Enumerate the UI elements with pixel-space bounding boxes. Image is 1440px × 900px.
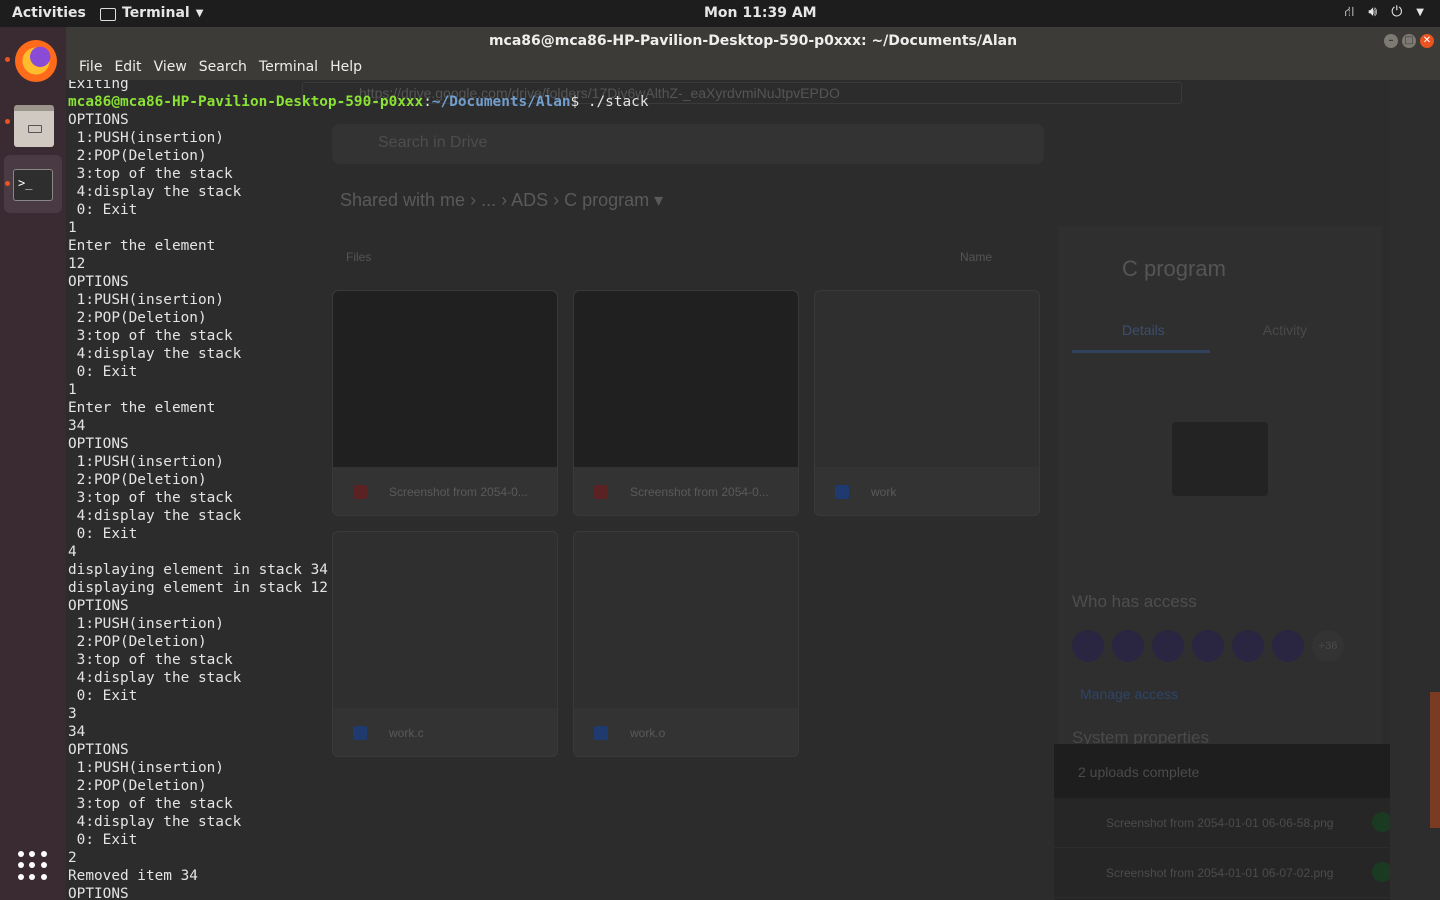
- terminal-line: 12: [68, 256, 86, 272]
- running-indicator: [5, 57, 10, 62]
- terminal-line: 3:top of the stack: [68, 166, 233, 182]
- terminal-line: OPTIONS: [68, 112, 129, 128]
- terminal-line: 2:POP(Deletion): [68, 472, 207, 488]
- terminal-line: 3:top of the stack: [68, 652, 233, 668]
- terminal-line: Enter the element: [68, 400, 216, 416]
- terminal-line: 1:PUSH(insertion): [68, 454, 224, 470]
- terminal-line: 4:display the stack: [68, 670, 242, 686]
- terminal-line: 0: Exit: [68, 202, 138, 218]
- terminal-line: 1:PUSH(insertion): [68, 616, 224, 632]
- menu-view[interactable]: View: [148, 56, 193, 80]
- chevron-down-icon: ▼: [195, 7, 204, 19]
- menu-terminal[interactable]: Terminal: [253, 56, 324, 80]
- terminal-line: OPTIONS: [68, 886, 129, 900]
- terminal-line: Exiting: [68, 80, 129, 92]
- terminal-line: 2:POP(Deletion): [68, 148, 207, 164]
- dock: >_: [0, 27, 66, 900]
- window-title: mca86@mca86-HP-Pavilion-Desktop-590-p0xx…: [488, 33, 1018, 49]
- terminal-line: OPTIONS: [68, 436, 129, 452]
- prompt-user: mca86@mca86-HP-Pavilion-Desktop-590-p0xx…: [68, 94, 424, 110]
- terminal-line: 3:top of the stack: [68, 328, 233, 344]
- dock-firefox[interactable]: [4, 31, 62, 89]
- terminal-line: 4: [68, 544, 77, 560]
- terminal-line: OPTIONS: [68, 274, 129, 290]
- dock-terminal[interactable]: >_: [4, 155, 62, 213]
- volume-icon[interactable]: 🔊︎: [1368, 4, 1377, 22]
- network-icon[interactable]: ⛙: [1345, 4, 1355, 22]
- system-tray[interactable]: ⛙ 🔊︎ ⏻ ▼: [1345, 4, 1424, 22]
- maximize-icon[interactable]: □: [1402, 34, 1416, 48]
- terminal-line: 3:top of the stack: [68, 796, 233, 812]
- terminal-line: 2:POP(Deletion): [68, 778, 207, 794]
- power-icon[interactable]: ⏻: [1391, 4, 1402, 22]
- terminal-line: 0: Exit: [68, 832, 138, 848]
- terminal-menubar: File Edit View Search Terminal Help: [66, 56, 1440, 80]
- terminal-output[interactable]: Exiting mca86@mca86-HP-Pavilion-Desktop-5…: [66, 80, 1440, 900]
- terminal-line: 2:POP(Deletion): [68, 634, 207, 650]
- terminal-line: 4:display the stack: [68, 508, 242, 524]
- terminal-line: 34: [68, 724, 86, 740]
- files-icon: [14, 105, 54, 147]
- terminal-line: Enter the element: [68, 238, 216, 254]
- window-titlebar[interactable]: mca86@mca86-HP-Pavilion-Desktop-590-p0xx…: [66, 27, 1440, 56]
- terminal-line: 1:PUSH(insertion): [68, 292, 224, 308]
- menu-file[interactable]: File: [73, 56, 108, 80]
- menu-help[interactable]: Help: [324, 56, 368, 80]
- terminal-line: 34: [68, 418, 86, 434]
- terminal-line: 0: Exit: [68, 526, 138, 542]
- app-menu-label: Terminal: [122, 5, 190, 21]
- prompt-path: ~/Documents/Alan: [431, 94, 571, 110]
- terminal-line: 2: [68, 850, 77, 866]
- terminal-line: 0: Exit: [68, 688, 138, 704]
- terminal-icon: [100, 7, 116, 21]
- terminal-line: 1:PUSH(insertion): [68, 130, 224, 146]
- prompt-command: ./stack: [587, 94, 649, 110]
- activities-button[interactable]: Activities: [12, 5, 86, 21]
- terminal-line: 3: [68, 706, 77, 722]
- terminal-line: 4:display the stack: [68, 814, 242, 830]
- chevron-down-icon[interactable]: ▼: [1416, 4, 1424, 22]
- clock[interactable]: Mon 11:39 AM: [704, 5, 817, 21]
- terminal-line: 1: [68, 220, 77, 236]
- shell-prompt-line: mca86@mca86-HP-Pavilion-Desktop-590-p0xx…: [68, 94, 649, 110]
- terminal-line: 3:top of the stack: [68, 490, 233, 506]
- terminal-line: 2:POP(Deletion): [68, 310, 207, 326]
- terminal-line: displaying element in stack 12: [68, 580, 328, 596]
- terminal-line: Removed item 34: [68, 868, 198, 884]
- top-panel: Activities Terminal ▼ Mon 11:39 AM ⛙ 🔊︎ …: [0, 0, 1440, 27]
- terminal-line: 1:PUSH(insertion): [68, 760, 224, 776]
- app-menu[interactable]: Terminal ▼: [100, 5, 203, 21]
- terminal-line: 4:display the stack: [68, 184, 242, 200]
- dock-files[interactable]: [4, 93, 62, 151]
- firefox-icon: [15, 40, 57, 82]
- show-applications-icon[interactable]: [18, 851, 48, 881]
- minimize-icon[interactable]: –: [1384, 34, 1398, 48]
- terminal-line: 1: [68, 382, 77, 398]
- running-indicator: [5, 181, 10, 186]
- terminal-icon: >_: [13, 169, 53, 201]
- menu-edit[interactable]: Edit: [108, 56, 147, 80]
- terminal-line: OPTIONS: [68, 598, 129, 614]
- terminal-text: Exiting mca86@mca86-HP-Pavilion-Desktop-5…: [66, 80, 1440, 900]
- terminal-line: displaying element in stack 34: [68, 562, 328, 578]
- menu-search[interactable]: Search: [193, 56, 253, 80]
- terminal-line: OPTIONS: [68, 742, 129, 758]
- terminal-line: 0: Exit: [68, 364, 138, 380]
- terminal-line: 4:display the stack: [68, 346, 242, 362]
- running-indicator: [5, 119, 10, 124]
- close-icon[interactable]: ✕: [1420, 34, 1434, 48]
